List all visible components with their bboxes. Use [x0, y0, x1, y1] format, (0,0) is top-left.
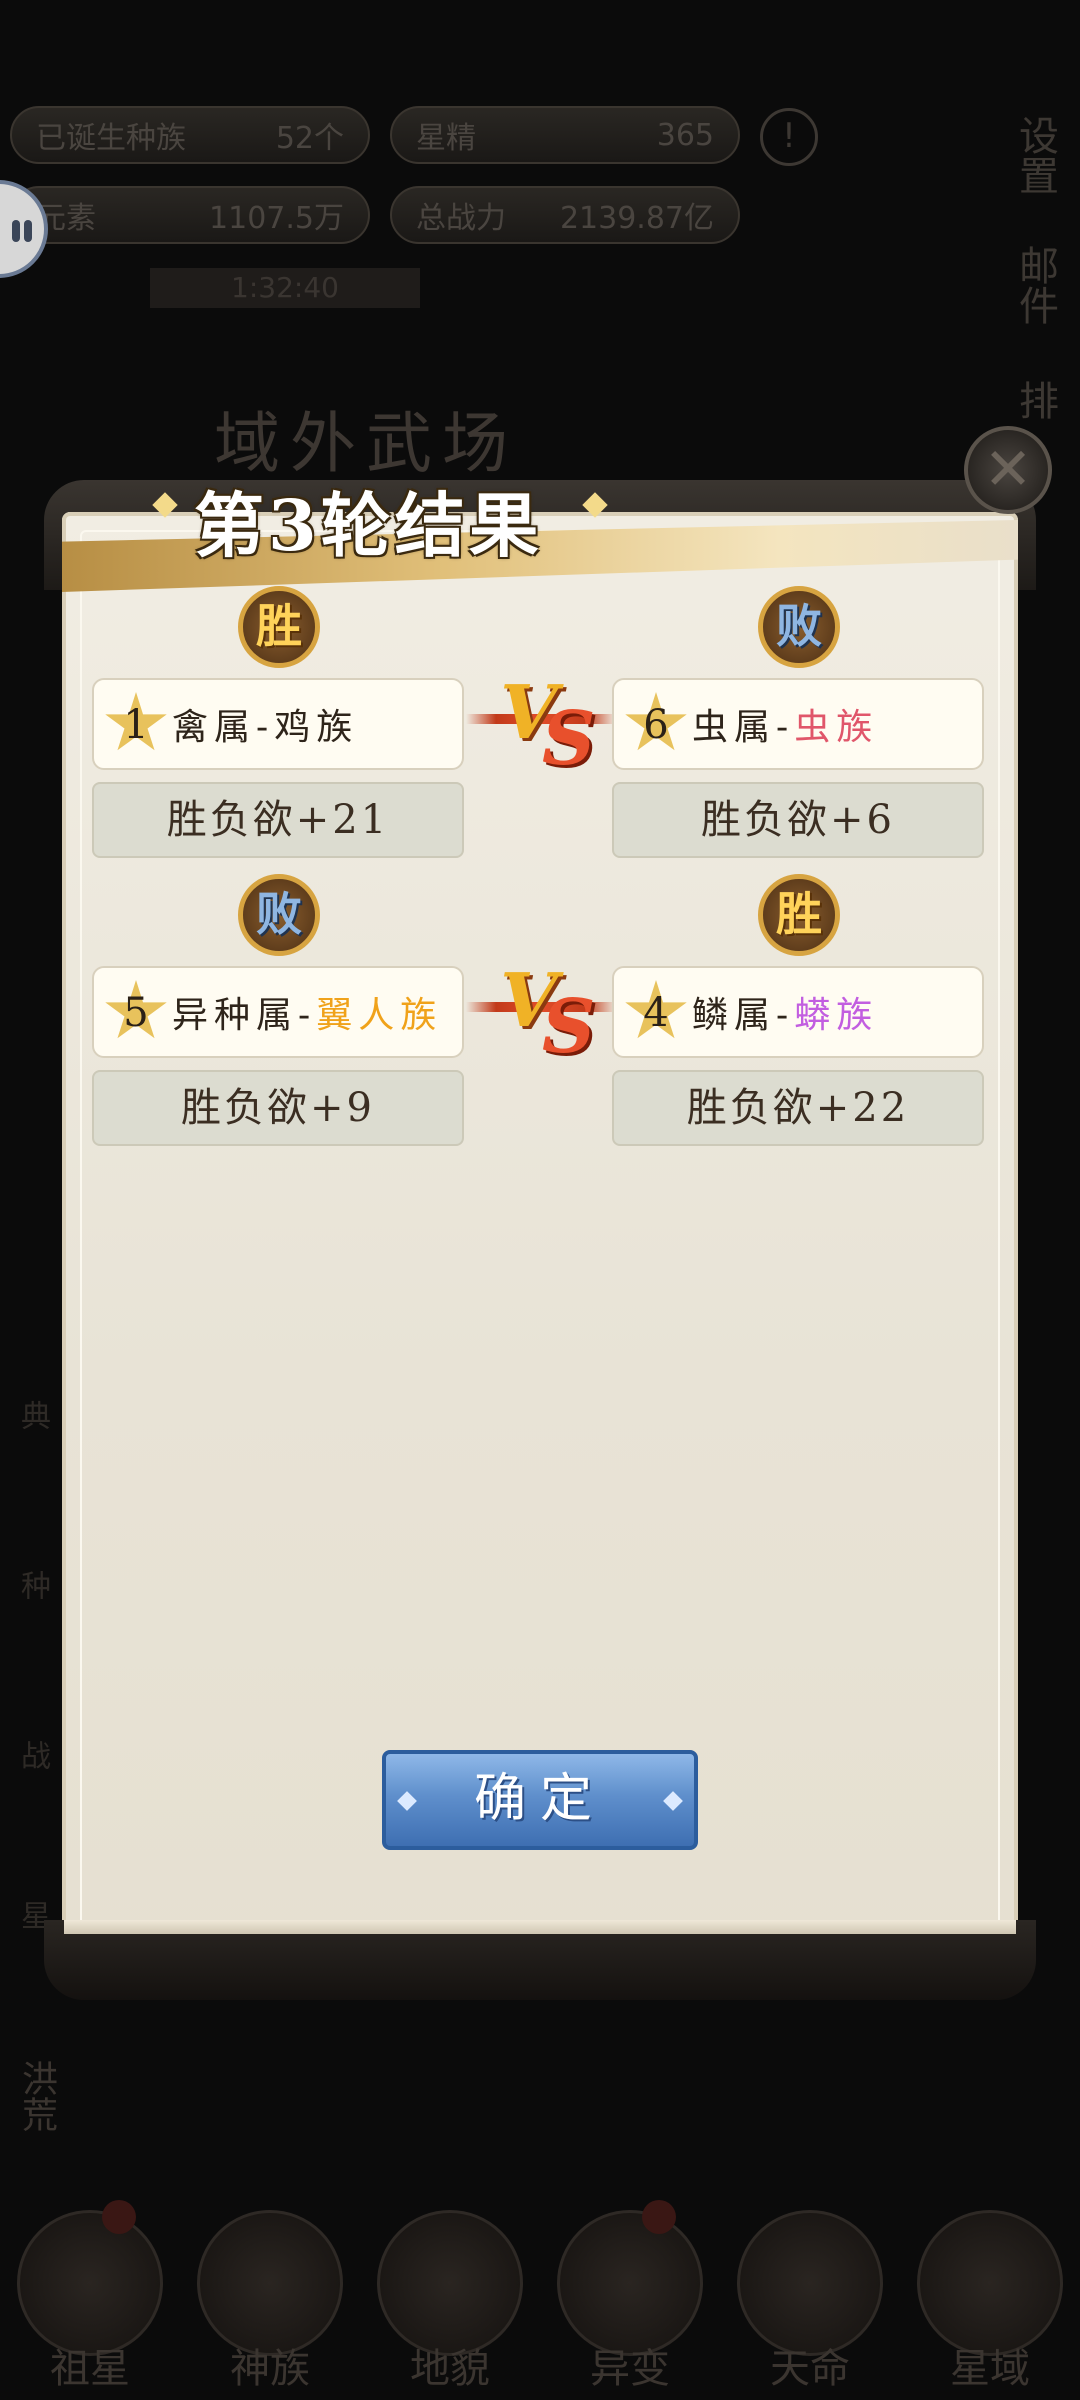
- seed-star-icon: 4: [624, 980, 688, 1044]
- bottom-nav: 祖星 神族 地貌 异变 天命 星域: [0, 2200, 1080, 2400]
- nav-label: 祖星: [50, 2346, 130, 2392]
- mutation-icon: [557, 2210, 703, 2356]
- hud-label: 已诞生种族: [36, 121, 186, 156]
- timer: 1:32:40: [150, 268, 420, 308]
- team-card: 1 禽属-鸡族: [92, 678, 464, 770]
- gods-icon: [197, 2210, 343, 2356]
- seed-star-icon: 1: [104, 692, 168, 756]
- team-race: 蟒族: [794, 995, 879, 1036]
- vs-icon: V S: [466, 954, 616, 1070]
- team-race: 鸡族: [274, 707, 359, 748]
- hud-race-count: 已诞生种族 52个: [10, 106, 370, 164]
- team-race: 翼人族: [316, 995, 443, 1036]
- team-category: 禽属: [172, 707, 257, 748]
- team-name: 异种属-翼人族: [172, 995, 443, 1036]
- team-name: 鳞属-蟒族: [692, 995, 879, 1036]
- seed-number: 4: [643, 990, 669, 1036]
- seed-number: 5: [123, 990, 149, 1036]
- vs-icon: V S: [466, 666, 616, 782]
- settings-button[interactable]: 设置: [976, 100, 1064, 210]
- planet-icon: [17, 2210, 163, 2356]
- nav-item-planet[interactable]: 祖星: [10, 2200, 170, 2400]
- hud-value: 1107.5万: [209, 201, 344, 236]
- nav-item-destiny[interactable]: 天命: [730, 2210, 890, 2400]
- nav-item-star-domain[interactable]: 星域: [910, 2210, 1070, 2400]
- event-label[interactable]: 洪荒: [16, 2060, 62, 2132]
- team-category: 异种属: [172, 995, 299, 1036]
- stat-box: 胜负欲+6: [612, 782, 984, 858]
- win-badge: 胜: [238, 586, 320, 668]
- nav-item-gods[interactable]: 神族: [190, 2210, 350, 2400]
- nav-item-terrain[interactable]: 地貌: [370, 2210, 530, 2400]
- nav-label: 星域: [950, 2346, 1030, 2392]
- notification-dot: [102, 2200, 136, 2234]
- hud-total-power: 总战力 2139.87亿: [390, 186, 740, 244]
- hud-star-essence: 星精 365: [390, 106, 740, 164]
- seed-star-icon: 6: [624, 692, 688, 756]
- nav-item-mutation[interactable]: 异变: [550, 2200, 710, 2400]
- team-category: 鳞属: [692, 995, 777, 1036]
- round-result-dialog: 域外武场 第3轮结果 ✕ 胜 败 1 禽属-鸡族 V S 6 虫属-虫族 胜负欲…: [44, 405, 1052, 2000]
- nav-label: 天命: [770, 2346, 850, 2392]
- team-category: 虫属: [692, 707, 777, 748]
- seed-number: 6: [643, 702, 669, 748]
- team-card: 5 异种属-翼人族: [92, 966, 464, 1058]
- team-name: 禽属-鸡族: [172, 707, 359, 748]
- confirm-button[interactable]: 确定: [382, 1750, 698, 1850]
- hud-elements: 元素 1107.5万: [10, 186, 370, 244]
- nav-label: 异变: [590, 2346, 670, 2392]
- stat-box: 胜负欲+22: [612, 1070, 984, 1146]
- lose-badge: 败: [758, 586, 840, 668]
- notification-dot: [642, 2200, 676, 2234]
- hud-label: 总战力: [416, 201, 506, 236]
- hud-label: 星精: [416, 121, 476, 156]
- scroll-bottom-roller: [44, 1920, 1036, 2000]
- hud-value: 365: [656, 117, 714, 153]
- star-domain-icon: [917, 2210, 1063, 2356]
- stat-box: 胜负欲+21: [92, 782, 464, 858]
- nav-label: 地貌: [410, 2346, 490, 2392]
- hud-value: 52个: [275, 121, 344, 156]
- seed-number: 1: [123, 702, 149, 748]
- nav-label: 神族: [230, 2346, 310, 2392]
- win-badge: 胜: [758, 874, 840, 956]
- team-card: 6 虫属-虫族: [612, 678, 984, 770]
- team-name: 虫属-虫族: [692, 707, 879, 748]
- lose-badge: 败: [238, 874, 320, 956]
- mail-button[interactable]: 邮件: [976, 230, 1064, 340]
- team-card: 4 鳞属-蟒族: [612, 966, 984, 1058]
- seed-star-icon: 5: [104, 980, 168, 1044]
- dialog-title: 第3轮结果: [194, 484, 543, 567]
- info-icon: !: [760, 108, 818, 166]
- stat-box: 胜负欲+9: [92, 1070, 464, 1146]
- destiny-icon: [737, 2210, 883, 2356]
- team-race: 虫族: [794, 707, 879, 748]
- terrain-icon: [377, 2210, 523, 2356]
- close-button[interactable]: ✕: [964, 426, 1052, 514]
- hud-value: 2139.87亿: [559, 201, 714, 236]
